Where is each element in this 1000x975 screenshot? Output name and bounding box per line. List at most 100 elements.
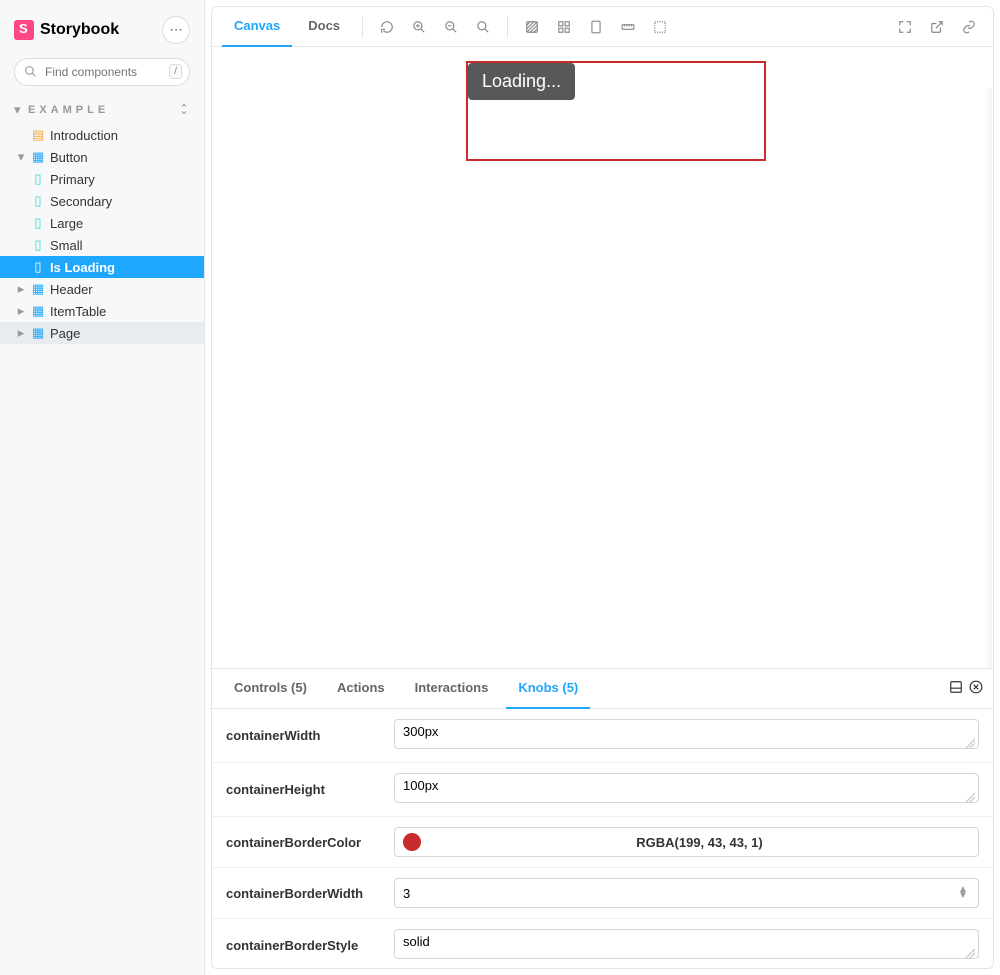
stepper-icon[interactable]: ▲▼ (956, 887, 970, 899)
knob-number-containerborderwidth[interactable]: ▲▼ (394, 878, 979, 908)
scrollbar-shadow (982, 88, 992, 668)
knob-input-containerborderstyle[interactable] (394, 929, 979, 959)
tree-label: Page (50, 326, 80, 341)
tree-label: Header (50, 282, 93, 297)
knob-row-containerwidth: containerWidth (212, 709, 993, 763)
tab-knobs[interactable]: Knobs (5) (506, 669, 590, 709)
knob-row-containerborderwidth: containerBorderWidth ▲▼ (212, 868, 993, 919)
tree-label: Small (50, 238, 83, 253)
document-icon: ▤ (32, 127, 44, 143)
sidebar-group-header[interactable]: ▾ EXAMPLE (0, 96, 204, 124)
chevron-right-icon: ▸ (16, 303, 26, 319)
tree-label: ItemTable (50, 304, 106, 319)
tree-label: Large (50, 216, 83, 231)
storybook-name: Storybook (40, 21, 119, 39)
storybook-mark-icon (14, 20, 34, 40)
component-icon: ▦ (32, 325, 44, 341)
copy-link-button[interactable] (955, 13, 983, 41)
knob-number-input[interactable] (403, 886, 956, 901)
tree-label: Secondary (50, 194, 112, 209)
color-swatch-icon[interactable] (403, 833, 421, 851)
knob-input-containerwidth[interactable] (394, 719, 979, 749)
bookmark-icon: ▯ (32, 237, 44, 253)
knob-label: containerHeight (226, 782, 376, 797)
sidebar-tree: ▤ Introduction ▾ ▦ Button ▯ Primary ▯ Se… (0, 124, 204, 975)
knob-row-containerbordercolor: containerBorderColor RGBA(199, 43, 43, 1… (212, 817, 993, 868)
sidebar-item-header[interactable]: ▸ ▦ Header (0, 278, 204, 300)
color-value: RGBA(199, 43, 43, 1) (429, 835, 970, 850)
viewport-button[interactable] (582, 13, 610, 41)
search-shortcut: / (169, 64, 182, 79)
group-label: EXAMPLE (28, 104, 178, 116)
sidebar-menu-button[interactable]: ⋯ (162, 16, 190, 44)
loading-label: Loading... (468, 63, 575, 100)
component-icon: ▦ (32, 149, 44, 165)
grid-button[interactable] (550, 13, 578, 41)
sidebar-header: Storybook ⋯ (0, 10, 204, 54)
measure-button[interactable] (614, 13, 642, 41)
tab-canvas[interactable]: Canvas (222, 7, 292, 47)
sidebar-item-small[interactable]: ▯ Small (0, 234, 204, 256)
toolbar-divider (507, 16, 508, 38)
knob-input-containerheight[interactable] (394, 773, 979, 803)
tab-actions[interactable]: Actions (325, 669, 397, 709)
bookmark-icon: ▯ (32, 259, 44, 275)
sidebar-item-is-loading[interactable]: ▯ Is Loading (0, 256, 204, 278)
preview-canvas[interactable]: Loading... (212, 47, 993, 668)
tree-label: Introduction (50, 128, 118, 143)
fullscreen-button[interactable] (891, 13, 919, 41)
sidebar-item-introduction[interactable]: ▤ Introduction (0, 124, 204, 146)
main: Canvas Docs Loading... (204, 0, 1000, 975)
sidebar-item-large[interactable]: ▯ Large (0, 212, 204, 234)
sidebar-item-secondary[interactable]: ▯ Secondary (0, 190, 204, 212)
knob-label: containerWidth (226, 728, 376, 743)
sidebar-item-itemtable[interactable]: ▸ ▦ ItemTable (0, 300, 204, 322)
component-icon: ▦ (32, 303, 44, 319)
resize-handle-icon[interactable] (965, 792, 975, 802)
tab-interactions[interactable]: Interactions (403, 669, 501, 709)
knob-row-containerborderstyle: containerBorderStyle (212, 919, 993, 968)
tree-label: Primary (50, 172, 95, 187)
close-panel-button[interactable] (969, 680, 983, 697)
zoom-in-button[interactable] (405, 13, 433, 41)
sidebar: Storybook ⋯ / ▾ EXAMPLE ▤ Introduction ▾… (0, 0, 204, 975)
tree-label: Is Loading (50, 260, 115, 275)
sidebar-item-primary[interactable]: ▯ Primary (0, 168, 204, 190)
background-button[interactable] (518, 13, 546, 41)
sidebar-item-page[interactable]: ▸ ▦ Page (0, 322, 204, 344)
tree-label: Button (50, 150, 88, 165)
zoom-out-button[interactable] (437, 13, 465, 41)
resize-handle-icon[interactable] (965, 738, 975, 748)
chevron-right-icon: ▸ (16, 281, 26, 297)
storybook-logo[interactable]: Storybook (14, 20, 119, 40)
chevron-down-icon: ▾ (16, 149, 26, 165)
tab-docs[interactable]: Docs (296, 7, 352, 47)
zoom-reset-button[interactable] (469, 13, 497, 41)
button-loading-preview: Loading... (466, 61, 766, 161)
knob-color-containerbordercolor[interactable]: RGBA(199, 43, 43, 1) (394, 827, 979, 857)
component-icon: ▦ (32, 281, 44, 297)
panel-orientation-button[interactable] (949, 680, 963, 697)
main-panel: Canvas Docs Loading... (211, 6, 994, 969)
search-input[interactable] (14, 58, 190, 86)
sidebar-search: / (14, 58, 190, 86)
addons-tabs: Controls (5) Actions Interactions Knobs … (212, 669, 993, 709)
addons-panel: Controls (5) Actions Interactions Knobs … (212, 668, 993, 968)
reload-button[interactable] (373, 13, 401, 41)
open-new-tab-button[interactable] (923, 13, 951, 41)
toolbar-divider (362, 16, 363, 38)
knobs-body: containerWidth containerHeight container… (212, 709, 993, 968)
bookmark-icon: ▯ (32, 215, 44, 231)
bookmark-icon: ▯ (32, 171, 44, 187)
bookmark-icon: ▯ (32, 193, 44, 209)
knob-row-containerheight: containerHeight (212, 763, 993, 817)
resize-handle-icon[interactable] (965, 948, 975, 958)
chevron-down-icon: ▾ (14, 102, 24, 118)
sidebar-item-button[interactable]: ▾ ▦ Button (0, 146, 204, 168)
outline-button[interactable] (646, 13, 674, 41)
ellipsis-icon: ⋯ (169, 22, 182, 38)
search-icon (24, 65, 37, 81)
expand-collapse-icon[interactable] (178, 103, 190, 118)
tab-controls[interactable]: Controls (5) (222, 669, 319, 709)
knob-label: containerBorderStyle (226, 938, 376, 953)
